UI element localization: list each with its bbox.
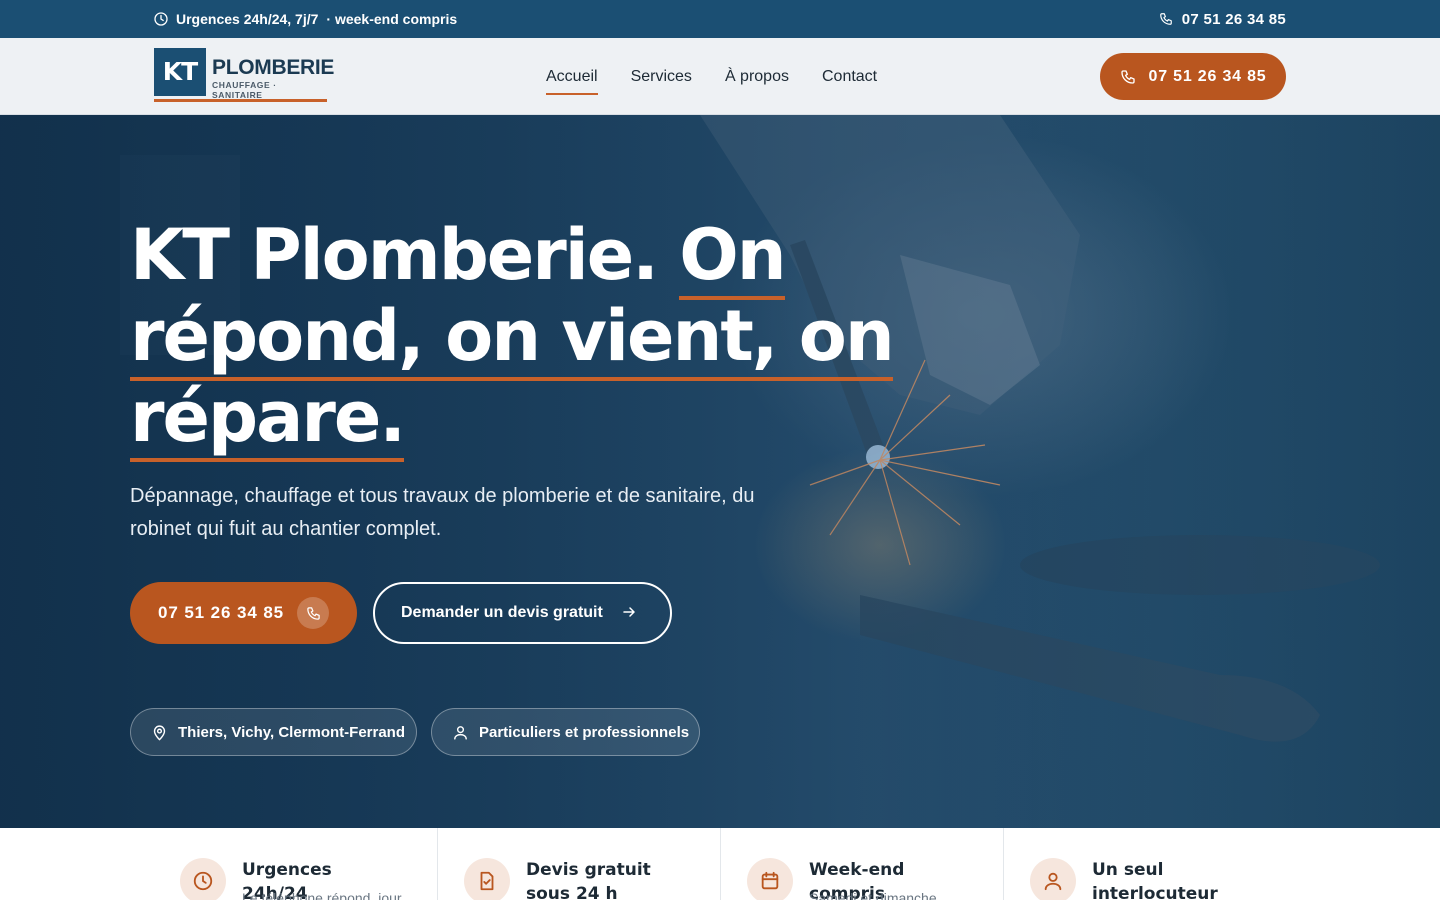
headline-part-4: répare. <box>130 376 406 462</box>
feature-title: Un seul interlocuteur <box>1092 860 1218 900</box>
logo[interactable]: KT PLOMBERIE CHAUFFAGE · SANITAIRE <box>154 48 334 104</box>
nav-item-a-propos[interactable]: À propos <box>725 68 789 86</box>
audience-pill-label: Particuliers et professionnels <box>479 723 690 741</box>
audience-pill: Particuliers et professionnels <box>431 708 700 756</box>
quote-button[interactable]: Demander un devis gratuit <box>373 582 672 644</box>
arrow-right-icon <box>623 607 635 617</box>
nav-item-contact[interactable]: Contact <box>822 68 877 86</box>
logo-brand: PLOMBERIE <box>212 56 335 79</box>
document-check-icon <box>464 858 510 900</box>
divider <box>1003 828 1004 900</box>
nav-item-services[interactable]: Services <box>631 68 692 86</box>
logo-tagline: CHAUFFAGE · SANITAIRE <box>212 80 277 100</box>
header-call-button[interactable]: 07 51 26 34 85 <box>1100 53 1286 100</box>
phone-icon <box>297 597 329 629</box>
headline-part-3: répond, on vient, on <box>130 295 895 381</box>
top-bar: Urgences 24h/24, 7j/7 · week-end compris… <box>0 0 1440 38</box>
header-call-label: 07 51 26 34 85 <box>1148 67 1267 85</box>
clock-icon <box>154 12 168 26</box>
user-icon <box>1030 858 1076 900</box>
divider <box>437 828 438 900</box>
feature-desc: Samedi et dimanche <box>809 890 937 900</box>
feature-title: Devis gratuit sous 24 h <box>526 860 651 900</box>
headline-part-1: KT Plomberie. <box>130 214 659 296</box>
urgences-info: Urgences 24h/24, 7j/7 · week-end compris <box>154 0 457 38</box>
phone-icon <box>1159 13 1172 25</box>
urgences-text: Urgences 24h/24, 7j/7 <box>176 11 319 27</box>
topbar-phone-number: 07 51 26 34 85 <box>1181 10 1286 28</box>
hero-headline: KT Plomberie. On répond, on vient, on ré… <box>130 214 910 462</box>
hero-section: KT Plomberie. On répond, on vient, on ré… <box>0 115 1440 828</box>
clock-icon <box>180 858 226 900</box>
weekend-text: · week-end compris <box>326 11 458 27</box>
hero-call-label: 07 51 26 34 85 <box>158 603 285 622</box>
nav-item-accueil[interactable]: Accueil <box>546 68 598 95</box>
headline-part-2: On <box>679 214 787 300</box>
location-pill-label: Thiers, Vichy, Clermont-Ferrand <box>178 723 405 741</box>
feature-desc: Le téléphone répond, jour <box>242 890 402 900</box>
divider <box>720 828 721 900</box>
quote-button-label: Demander un devis gratuit <box>401 604 603 621</box>
phone-icon <box>1120 69 1135 84</box>
features-strip: Urgences 24h/24 Le téléphone répond, jou… <box>0 828 1440 900</box>
logo-mark: KT <box>154 48 206 96</box>
user-icon <box>454 725 467 740</box>
topbar-phone-link[interactable]: 07 51 26 34 85 <box>1159 0 1286 38</box>
hero-subtitle: Dépannage, chauffage et tous travaux de … <box>130 485 755 540</box>
site-header: KT PLOMBERIE CHAUFFAGE · SANITAIRE Accue… <box>0 38 1440 115</box>
hero-call-button[interactable]: 07 51 26 34 85 <box>130 582 357 644</box>
main-nav: Accueil Services À propos Contact <box>546 38 910 115</box>
logo-underline <box>154 99 327 102</box>
map-pin-icon <box>153 724 166 741</box>
location-pill: Thiers, Vichy, Clermont-Ferrand <box>130 708 417 756</box>
calendar-icon <box>747 858 793 900</box>
